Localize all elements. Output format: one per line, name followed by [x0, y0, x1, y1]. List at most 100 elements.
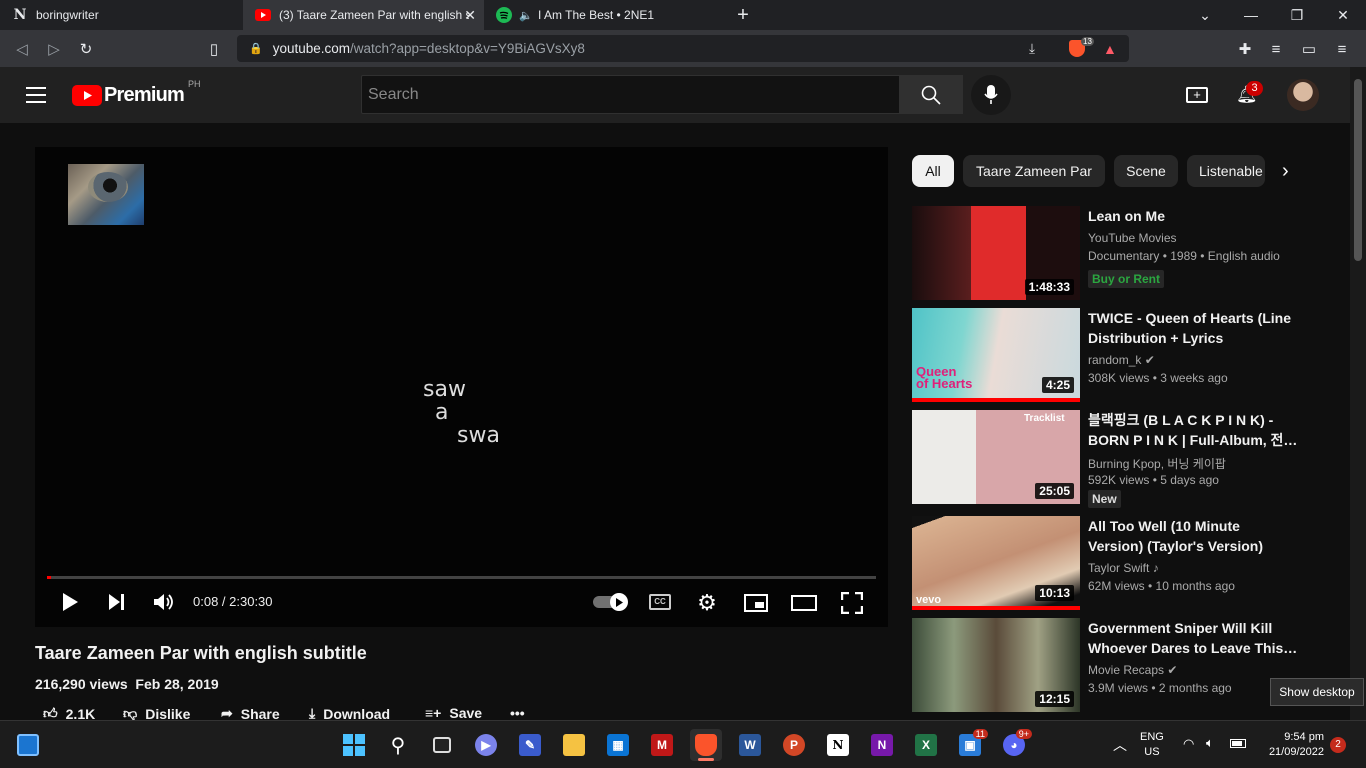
search-icon [921, 85, 941, 105]
share-icon: ➦ [221, 705, 233, 721]
ms-store-icon[interactable]: ▦ [602, 729, 634, 761]
volume-button[interactable] [152, 591, 176, 613]
wallet-icon[interactable]: ▭ [1297, 37, 1321, 61]
excel-icon[interactable]: X [910, 729, 942, 761]
autoplay-toggle[interactable] [591, 593, 628, 611]
powerpoint-icon[interactable]: P [778, 729, 810, 761]
close-window-button[interactable]: ✕ [1320, 0, 1366, 30]
chevron-right-icon[interactable]: › [1282, 160, 1289, 183]
brave-browser-icon[interactable] [690, 729, 722, 761]
page-scrollbar[interactable] [1350, 67, 1366, 720]
tab-boringwriter[interactable]: N boringwriter [0, 0, 243, 30]
caption-line: saw [423, 377, 466, 402]
download-button[interactable]: ⤓ Download [309, 705, 390, 721]
onenote-icon[interactable]: N [866, 729, 898, 761]
tab-spotify[interactable]: 🔈 I Am The Best • 2NE1 [484, 0, 720, 30]
video-thumbnail[interactable]: Queen of Hearts 4:25 [912, 308, 1080, 402]
dislike-button[interactable]: 👎︎ Dislike [123, 705, 190, 721]
video-thumbnail[interactable]: 12:15 [912, 618, 1080, 712]
chip-listenable[interactable]: Listenable [1187, 155, 1265, 187]
tab-search-icon[interactable]: ⌄ [1182, 0, 1228, 30]
close-tab-icon[interactable]: ✕ [464, 7, 476, 24]
extensions-icon[interactable]: ✚ [1233, 37, 1257, 61]
rec-channel[interactable]: Taylor Swift ♪ [1088, 561, 1159, 575]
verified-icon: ✔ [1167, 663, 1178, 677]
start-button[interactable] [338, 729, 370, 761]
video-thumbnail[interactable]: Tracklist 25:05 [912, 410, 1080, 504]
rec-channel[interactable]: YouTube Movies [1088, 231, 1177, 245]
chip-taare-zameen-par[interactable]: Taare Zameen Par [963, 155, 1105, 187]
language-indicator[interactable]: ENG US [1140, 730, 1164, 760]
search-button[interactable] [899, 75, 963, 114]
notion-icon[interactable]: N [822, 729, 854, 761]
search-icon[interactable]: ⚲ [382, 729, 414, 761]
share-button[interactable]: ➦ Share [221, 705, 280, 721]
hamburger-menu-icon[interactable] [26, 87, 46, 103]
chip-scene[interactable]: Scene [1114, 155, 1178, 187]
download-icon[interactable]: ⤓ [1029, 41, 1035, 57]
youtube-logo[interactable]: Premium PH [72, 79, 201, 107]
miniplayer-button[interactable] [743, 593, 769, 613]
word-icon[interactable]: W [734, 729, 766, 761]
buy-or-rent-badge[interactable]: Buy or Rent [1088, 270, 1165, 288]
view-count: 216,290 views [35, 676, 128, 692]
recommendation-item[interactable]: vevo 10:13 All Too Well (10 Minute Versio… [912, 516, 1342, 612]
speaker-icon: 🔈 [519, 9, 533, 22]
reload-icon[interactable]: ↻ [74, 37, 98, 61]
teams-chat-icon[interactable]: ▶ [470, 729, 502, 761]
logo-text: Premium [104, 84, 185, 106]
video-player[interactable]: saw a swa 0:08 / 2:30:30 CC ⚙ [35, 147, 888, 627]
pen-app-icon[interactable]: ✎ [514, 729, 546, 761]
back-icon[interactable]: ◁ [10, 37, 34, 61]
like-button[interactable]: 👍︎ 2.1K [43, 705, 95, 721]
tab-youtube[interactable]: (3) Taare Zameen Par with english subtit… [243, 0, 484, 30]
save-button[interactable]: ≡+ Save [425, 705, 482, 721]
clock[interactable]: 9:54 pm 21/09/2022 [1258, 730, 1324, 760]
captions-button[interactable]: CC [648, 593, 672, 611]
miniplayer-icon [744, 594, 768, 612]
avatar[interactable] [1287, 79, 1319, 111]
brave-rewards-icon[interactable]: ▲ [1103, 41, 1117, 57]
rec-channel[interactable]: random_k ✔ [1088, 353, 1155, 367]
rec-channel[interactable]: Burning Kpop, 버닝 케이팝 [1088, 455, 1226, 472]
progress-bar[interactable] [47, 576, 876, 579]
chevron-up-icon[interactable]: ︿ [1104, 729, 1136, 761]
restore-button[interactable]: ❐ [1274, 0, 1320, 30]
volume-icon[interactable]: 🔈︎ [1206, 735, 1214, 751]
more-actions-icon[interactable]: ••• [510, 705, 525, 721]
menu-icon[interactable]: ≡ [1330, 37, 1354, 61]
wifi-icon[interactable]: ◠ [1183, 736, 1194, 752]
play-button[interactable] [59, 591, 81, 613]
discord-badge: 9+ [1015, 729, 1032, 739]
video-thumbnail[interactable]: 1:48:33 [912, 206, 1080, 300]
create-icon[interactable]: + [1186, 87, 1208, 103]
playlist-icon[interactable]: ≡ [1264, 37, 1288, 61]
new-tab-button[interactable]: + [720, 0, 766, 30]
theater-mode-button[interactable] [791, 593, 817, 613]
search-input[interactable]: Search [361, 75, 900, 114]
fullscreen-button[interactable] [840, 591, 864, 615]
video-thumbnail[interactable]: vevo 10:13 [912, 516, 1080, 610]
next-button[interactable] [105, 591, 127, 613]
bookmark-icon[interactable]: ▯ [202, 37, 226, 61]
task-view-icon[interactable] [426, 729, 458, 761]
widgets-icon[interactable] [12, 729, 44, 761]
mcafee-icon[interactable]: M [646, 729, 678, 761]
chip-all[interactable]: All [912, 155, 954, 187]
region-code: PH [188, 78, 201, 89]
notification-count-badge: 3 [1246, 81, 1263, 96]
minimize-button[interactable]: — [1228, 0, 1274, 30]
notification-center-badge[interactable]: 2 [1330, 737, 1346, 753]
battery-icon[interactable] [1230, 739, 1246, 748]
voice-search-button[interactable] [971, 75, 1011, 115]
recommendation-item[interactable]: Queen of Hearts 4:25 TWICE - Queen of Hear… [912, 308, 1342, 404]
address-bar[interactable]: 🔒 youtube.com/watch?app=desktop&v=Y9BiAG… [237, 35, 1129, 62]
teams-icon[interactable]: ▣ 11 [954, 729, 988, 761]
rec-channel[interactable]: Movie Recaps ✔ [1088, 663, 1177, 677]
discord-icon[interactable]: ◕ 9+ [998, 729, 1032, 761]
recommendation-item[interactable]: 1:48:33 Lean on Me YouTube Movies Docume… [912, 206, 1342, 302]
forward-icon[interactable]: ▷ [42, 37, 66, 61]
settings-gear-icon[interactable]: ⚙ [695, 590, 719, 615]
recommendation-item[interactable]: Tracklist 25:05 블랙핑크 (B L A C K P I N K) … [912, 410, 1342, 508]
file-explorer-icon[interactable] [558, 729, 590, 761]
